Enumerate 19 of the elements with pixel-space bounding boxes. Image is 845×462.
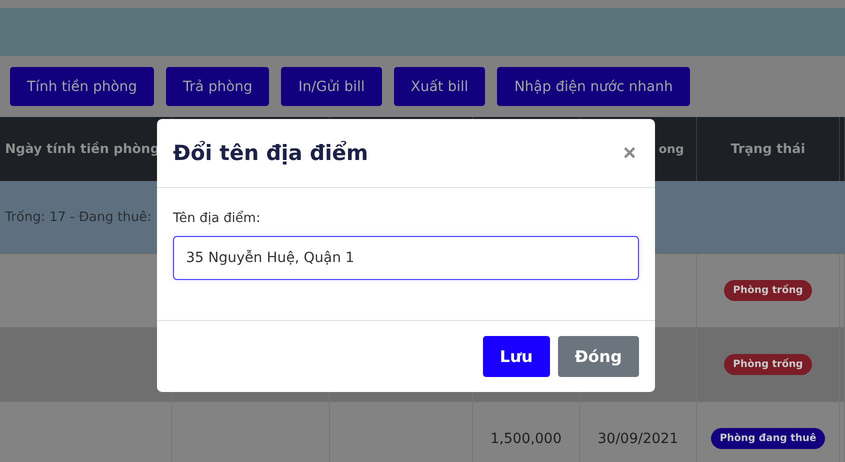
toolbar-button[interactable]: Trả phòng [166, 67, 270, 106]
toolbar-button[interactable]: Xuất bill [394, 67, 486, 106]
toolbar-button[interactable]: In/Gửi bill [281, 67, 382, 106]
column-header: ong [658, 142, 684, 156]
summary-text: Trống: 17 - Đang thuê: [5, 210, 152, 224]
dialog-title: Đổi tên địa điểm [173, 141, 368, 165]
toolbar-button[interactable]: Nhập điện nước nhanh [497, 67, 690, 106]
status-badge: Phòng trống [724, 354, 812, 375]
table-cell: 1,500,000 [490, 430, 562, 446]
status-badge: Phòng trống [724, 280, 812, 301]
column-header: Trạng thái [730, 142, 806, 156]
toolbar-button[interactable]: Tính tiền phòng [10, 67, 154, 106]
field-label: Tên địa điểm: [173, 211, 262, 226]
status-badge: Phòng đang thuê [710, 428, 826, 449]
input-field[interactable]: 35 Nguyễn Huệ, Quận 1 [173, 236, 639, 280]
close-dialog-button[interactable]: Đóng [558, 336, 639, 377]
table-cell: 30/09/2021 [598, 430, 678, 446]
save-button[interactable]: Lưu [482, 336, 550, 377]
close-button[interactable]: × [621, 142, 638, 164]
